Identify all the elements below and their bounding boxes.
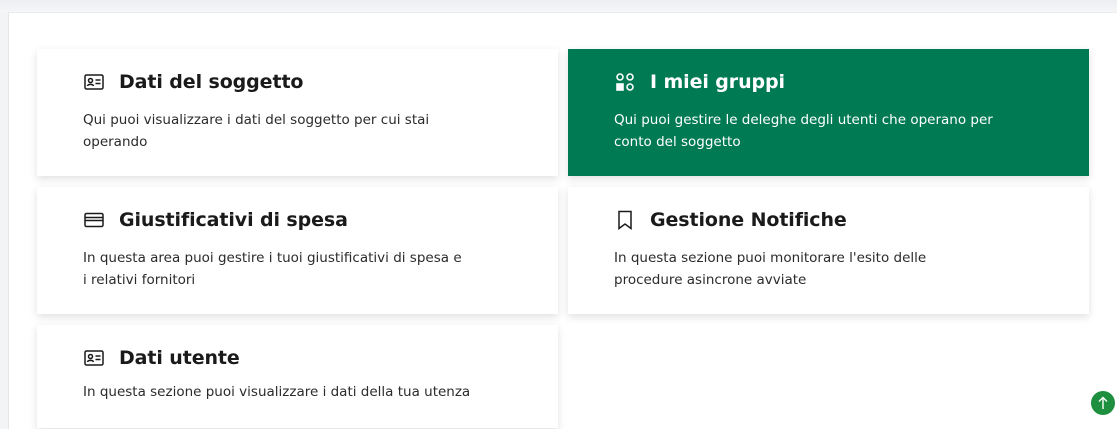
card-gestione-notifiche[interactable]: Gestione Notifiche In questa sezione puo… xyxy=(568,187,1089,314)
card-title: Dati del soggetto xyxy=(119,71,304,93)
arrow-up-icon xyxy=(1097,396,1109,410)
id-card-icon xyxy=(83,71,105,93)
card-miei-gruppi[interactable]: I miei gruppi Qui puoi gestire le delegh… xyxy=(568,49,1089,176)
id-card-icon xyxy=(83,347,105,369)
card-title-row: Dati utente xyxy=(83,345,516,371)
card-giustificativi-spesa[interactable]: Giustificativi di spesa In questa area p… xyxy=(37,187,558,314)
card-title: Gestione Notifiche xyxy=(650,209,847,231)
card-dati-utente[interactable]: Dati utente In questa sezione puoi visua… xyxy=(37,325,558,428)
card-title-row: I miei gruppi xyxy=(614,69,1047,95)
scroll-to-top-button[interactable] xyxy=(1091,391,1115,415)
card-description: In questa area puoi gestire i tuoi giust… xyxy=(83,250,462,288)
card-description: Qui puoi visualizzare i dati del soggett… xyxy=(83,112,430,150)
credit-card-icon xyxy=(83,209,105,231)
card-title-row: Giustificativi di spesa xyxy=(83,207,516,233)
card-title: I miei gruppi xyxy=(650,71,785,93)
card-dati-soggetto[interactable]: Dati del soggetto Qui puoi visualizzare … xyxy=(37,49,558,176)
card-description: In questa sezione puoi visualizzare i da… xyxy=(83,384,471,400)
groups-icon xyxy=(614,71,636,93)
card-description: Qui puoi gestire le deleghe degli utenti… xyxy=(614,112,993,150)
card-title: Giustificativi di spesa xyxy=(119,209,348,231)
bookmark-icon xyxy=(614,209,636,231)
card-description: In questa sezione puoi monitorare l'esit… xyxy=(614,250,927,288)
top-shade xyxy=(0,0,1117,12)
card-title-row: Gestione Notifiche xyxy=(614,207,1047,233)
card-title-row: Dati del soggetto xyxy=(83,69,516,95)
card-title: Dati utente xyxy=(119,347,240,369)
